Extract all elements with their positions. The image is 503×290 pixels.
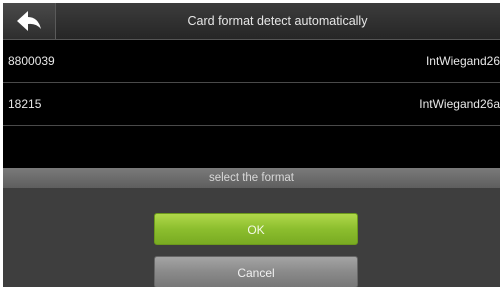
list-item[interactable]: 18215 IntWiegand26a (3, 83, 500, 126)
select-format-dialog: select the format OK Cancel (3, 168, 500, 287)
list-item[interactable]: 8800039 IntWiegand26 (3, 40, 500, 83)
title-bar: Card format detect automatically (3, 3, 500, 40)
cancel-button[interactable]: Cancel (154, 256, 358, 287)
ok-button[interactable]: OK (154, 213, 358, 245)
page-title: Card format detect automatically (187, 14, 368, 28)
card-code: 8800039 (8, 54, 55, 68)
dialog-title: select the format (3, 168, 500, 188)
device-screen: Card format detect automatically 8800039… (3, 3, 500, 287)
format-list: 8800039 IntWiegand26 18215 IntWiegand26a (3, 40, 500, 126)
card-format: IntWiegand26 (425, 54, 500, 68)
back-button[interactable] (3, 3, 56, 39)
back-arrow-icon (17, 11, 41, 31)
card-format: IntWiegand26a (419, 97, 500, 111)
card-code: 18215 (8, 97, 42, 111)
